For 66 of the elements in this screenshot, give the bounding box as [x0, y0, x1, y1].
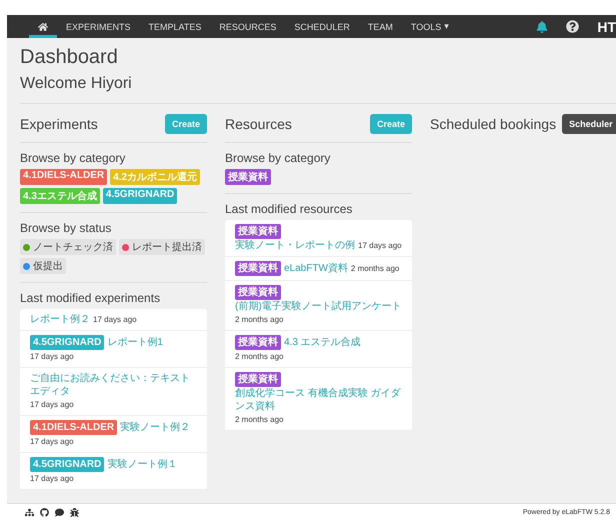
section-title: Resources — [225, 116, 292, 132]
subsection-title: Browse by category — [225, 151, 332, 165]
help-icon[interactable] — [566, 20, 580, 33]
item-link[interactable]: eLabFTW資料 — [284, 262, 348, 275]
github-icon[interactable] — [40, 508, 49, 517]
category-tag[interactable]: 授業資料 — [225, 169, 271, 185]
nav-item[interactable]: TEMPLATES — [140, 15, 210, 38]
category-tag[interactable]: 4.5GRIGNARD — [30, 335, 104, 350]
modified-time: 17 days ago — [30, 473, 74, 485]
nav-item[interactable]: SCHEDULER — [285, 15, 359, 38]
section-title: Experiments — [20, 116, 98, 132]
item-link[interactable]: ご自由にお読みください：テキストエディタ — [30, 372, 197, 398]
bug-icon[interactable] — [70, 508, 79, 517]
modified-time: 17 days ago — [358, 240, 402, 252]
status-tag[interactable]: ノートチェック済 — [20, 239, 116, 255]
item-link[interactable]: 実験ノート例１ — [107, 458, 178, 471]
category-tag[interactable]: 授業資料 — [235, 285, 281, 300]
item-link[interactable]: 創成化学コース 有機合成実験 ガイダンス資料 — [235, 387, 402, 413]
modified-time: 2 months ago — [350, 263, 400, 275]
home-icon — [38, 22, 48, 32]
subsection-title: Last modified experiments — [20, 291, 162, 305]
category-tag[interactable]: 4.1DIELS-ALDER — [30, 420, 118, 435]
chat-icon[interactable] — [55, 508, 64, 517]
item-link[interactable]: 4.3 エステル合成 — [284, 336, 361, 349]
modified-time: 17 days ago — [30, 351, 74, 363]
nav-item[interactable]: RESOURCES — [210, 15, 286, 38]
status-label: ノートチェック済 — [33, 240, 113, 254]
scheduler-button[interactable]: Scheduler — [562, 114, 616, 134]
status-label: レポート提出済 — [132, 240, 202, 254]
modified-time: 2 months ago — [235, 351, 284, 363]
modified-time: 2 months ago — [235, 314, 284, 326]
nav-item[interactable]: TEAM — [358, 15, 402, 38]
notification-icon[interactable] — [536, 20, 548, 32]
item-link[interactable]: レポート例1 — [107, 336, 163, 349]
section-title: Scheduled bookings — [430, 116, 556, 132]
category-tag[interactable]: 4.2カルボニル還元 — [110, 169, 200, 185]
subsection-title: Browse by category — [20, 151, 126, 165]
status-tag[interactable]: 仮提出 — [20, 258, 66, 274]
item-link[interactable]: レポート例２ — [30, 313, 90, 326]
status-tag[interactable]: レポート提出済 — [119, 239, 205, 255]
item-link[interactable]: (前期)電子実験ノート試用アンケート — [235, 300, 402, 313]
create-button[interactable]: Create — [370, 114, 412, 134]
nav-item[interactable]: TOOLS ▾ — [402, 15, 458, 38]
category-tag[interactable]: 4.5GRIGNARD — [102, 188, 178, 204]
subsection-title: Last modified resources — [225, 202, 354, 216]
subsection-title: Browse by status — [20, 221, 112, 235]
status-label: 仮提出 — [33, 260, 63, 273]
category-tag[interactable]: 授業資料 — [235, 261, 281, 276]
modified-time: 17 days ago — [30, 436, 74, 448]
sitemap-icon[interactable] — [25, 508, 34, 517]
modified-time: 17 days ago — [93, 314, 137, 326]
category-tag[interactable]: 4.5GRIGNARD — [30, 457, 104, 472]
create-button[interactable]: Create — [164, 114, 207, 134]
welcome-text: Welcome Hiyori — [20, 75, 616, 104]
category-tag[interactable]: 授業資料 — [235, 224, 281, 239]
category-tag[interactable]: 4.3エステル合成 — [20, 188, 100, 204]
modified-time: 2 months ago — [235, 414, 284, 426]
item-link[interactable]: 実験ノート・レポートの例 — [235, 239, 355, 252]
category-tag[interactable]: 授業資料 — [235, 372, 281, 387]
nav-item[interactable]: EXPERIMENTS — [57, 15, 140, 38]
page-title: Dashboard — [20, 46, 119, 69]
category-tag[interactable]: 授業資料 — [235, 335, 281, 350]
category-tag[interactable]: 4.1DIELS-ALDER — [20, 169, 108, 185]
user-initials[interactable]: HT — [597, 18, 616, 34]
item-link[interactable]: 実験ノート例２ — [120, 421, 190, 434]
modified-time: 17 days ago — [30, 399, 74, 411]
